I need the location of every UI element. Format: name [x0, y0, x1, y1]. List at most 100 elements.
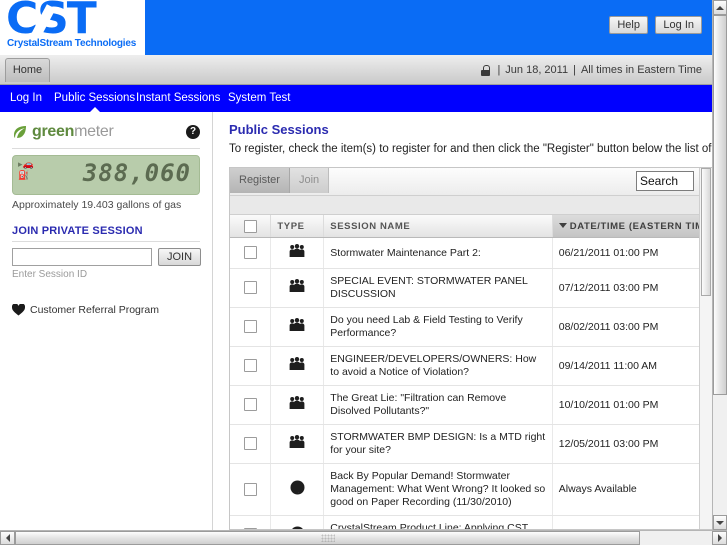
- row-select-cell[interactable]: [230, 424, 272, 464]
- session-id-input[interactable]: [12, 248, 152, 266]
- row-type-cell: [270, 463, 325, 516]
- row-checkbox[interactable]: [243, 246, 257, 260]
- sessions-table: TYPE SESSION NAME DATE/TIME (EASTERN TIM…: [230, 215, 712, 529]
- join-session-button[interactable]: Join: [289, 168, 330, 193]
- row-session-name: The Great Lie: "Filtration can Remove Di…: [323, 385, 553, 425]
- row-select-cell[interactable]: [230, 307, 272, 347]
- status-info-strip: | Jun 18, 2011 | All times in Eastern Ti…: [473, 58, 712, 83]
- table-row[interactable]: The Great Lie: "Filtration can Remove Di…: [230, 385, 712, 425]
- page-intro: To register, check the item(s) to regist…: [229, 143, 712, 155]
- scroll-down-button[interactable]: [713, 515, 727, 530]
- row-type-cell: [270, 237, 325, 269]
- row-checkbox[interactable]: [243, 437, 257, 451]
- table-row[interactable]: STORMWATER BMP DESIGN: Is a MTD right fo…: [230, 424, 712, 464]
- row-type-cell: [270, 385, 325, 425]
- chevron-right-icon: [717, 534, 722, 542]
- row-checkbox[interactable]: [243, 320, 257, 334]
- group-icon: [289, 244, 305, 262]
- table-row[interactable]: Do you need Lab & Field Testing to Verif…: [230, 307, 712, 347]
- vertical-scroll-thumb[interactable]: [713, 15, 727, 395]
- table-row[interactable]: ENGINEER/DEVELOPERS/OWNERS: How to avoid…: [230, 346, 712, 386]
- scroll-up-button[interactable]: [713, 0, 727, 15]
- join-button[interactable]: JOIN: [158, 248, 202, 266]
- row-session-name: CrystalStream Product Line: Applying CST…: [323, 515, 553, 529]
- tab-home[interactable]: Home: [5, 58, 50, 82]
- sessions-grid: Register Join Search TYPE SESSION NAME D…: [229, 167, 712, 530]
- row-select-cell[interactable]: [230, 463, 272, 516]
- select-all-checkbox[interactable]: [243, 219, 257, 233]
- row-session-name: STORMWATER BMP DESIGN: Is a MTD right fo…: [323, 424, 553, 464]
- column-select-all[interactable]: [230, 215, 272, 238]
- group-icon: [289, 318, 305, 336]
- login-button[interactable]: Log In: [655, 16, 702, 34]
- nav-item-instant-sessions[interactable]: Instant Sessions: [136, 85, 220, 112]
- row-select-cell[interactable]: [230, 346, 272, 386]
- grid-vertical-scrollbar[interactable]: [699, 168, 712, 529]
- join-private-session-form: JOIN: [12, 248, 202, 266]
- row-datetime: 10/10/2011 01:00 PM: [552, 385, 712, 425]
- nav-item-log-in[interactable]: Log In: [10, 85, 42, 112]
- greenmeter-header: greenmeter ?: [12, 122, 200, 144]
- row-type-cell: [270, 515, 325, 529]
- group-icon: [289, 357, 305, 375]
- row-select-cell[interactable]: [230, 268, 272, 308]
- search-input[interactable]: Search: [636, 171, 694, 191]
- row-session-name: Stormwater Maintenance Part 2:: [323, 237, 553, 269]
- row-checkbox[interactable]: [243, 359, 257, 373]
- greenmeter-panel: ▸🚗 ⛽ 388,060: [12, 155, 200, 195]
- row-datetime: Always Available: [552, 515, 712, 529]
- row-checkbox[interactable]: [243, 281, 257, 295]
- greenmeter-title: greenmeter: [32, 122, 114, 142]
- table-row[interactable]: SPECIAL EVENT: STORMWATER PANEL DISCUSSI…: [230, 268, 712, 308]
- greenmeter-mode-icons: ▸🚗 ⛽: [18, 159, 34, 181]
- logo-subtitle: CrystalStream Technologies: [7, 38, 137, 49]
- customer-referral-program-link[interactable]: Customer Referral Program: [11, 303, 200, 316]
- row-session-name: Do you need Lab & Field Testing to Verif…: [323, 307, 553, 347]
- page-body: greenmeter ? ▸🚗 ⛽ 388,060 Approximately …: [0, 112, 712, 530]
- nav-item-public-sessions[interactable]: Public Sessions: [54, 85, 135, 113]
- row-datetime: 08/02/2011 03:00 PM: [552, 307, 712, 347]
- grid-filter-bar: [230, 196, 712, 215]
- group-icon: [289, 279, 305, 297]
- column-datetime[interactable]: DATE/TIME (EASTERN TIME): [552, 215, 712, 238]
- table-body: Stormwater Maintenance Part 2: 06/21/201…: [230, 237, 712, 529]
- scroll-right-button[interactable]: [712, 531, 727, 545]
- help-button[interactable]: Help: [609, 16, 648, 34]
- row-session-name: SPECIAL EVENT: STORMWATER PANEL DISCUSSI…: [323, 268, 553, 308]
- tab-strip: Home | Jun 18, 2011 | All times in Easte…: [0, 55, 712, 85]
- register-button[interactable]: Register: [230, 168, 290, 193]
- greenmeter-title-grey: meter: [74, 123, 114, 140]
- row-select-cell[interactable]: [230, 237, 272, 269]
- scroll-grip-icon: [320, 534, 335, 542]
- browser-page: CST CrystalStream Technologies Help Log …: [0, 0, 727, 545]
- group-icon: [289, 396, 305, 414]
- column-type[interactable]: TYPE: [270, 215, 325, 238]
- table-row[interactable]: Stormwater Maintenance Part 2: 06/21/201…: [230, 237, 712, 269]
- horizontal-scroll-thumb[interactable]: [15, 531, 640, 545]
- row-session-name: Back By Popular Demand! Stormwater Manag…: [323, 463, 553, 516]
- browser-horizontal-scrollbar[interactable]: [0, 530, 727, 545]
- greenmeter-subtitle: Approximately 19.403 gallons of gas: [12, 199, 182, 211]
- row-type-cell: [270, 424, 325, 464]
- row-select-cell[interactable]: [230, 515, 272, 529]
- row-select-cell[interactable]: [230, 385, 272, 425]
- table-row[interactable]: CrystalStream Product Line: Applying CST…: [230, 515, 712, 529]
- heart-icon: [11, 303, 26, 316]
- leaf-icon: [12, 124, 28, 140]
- cst-logo[interactable]: CST CrystalStream Technologies: [0, 0, 145, 55]
- help-icon[interactable]: ?: [186, 125, 200, 139]
- chevron-left-icon: [5, 534, 10, 542]
- greenmeter-value: 388,060: [82, 159, 191, 187]
- row-type-cell: [270, 307, 325, 347]
- row-datetime: 06/21/2011 01:00 PM: [552, 237, 712, 269]
- grid-scroll-thumb[interactable]: [701, 168, 711, 296]
- column-session-name[interactable]: SESSION NAME: [323, 215, 553, 238]
- nav-item-system-test[interactable]: System Test: [228, 85, 290, 112]
- row-checkbox[interactable]: [243, 482, 257, 496]
- info-separator-1: |: [497, 64, 501, 76]
- table-row[interactable]: Back By Popular Demand! Stormwater Manag…: [230, 463, 712, 516]
- browser-vertical-scrollbar[interactable]: [712, 0, 727, 530]
- row-datetime: 09/14/2011 11:00 AM: [552, 346, 712, 386]
- row-checkbox[interactable]: [243, 398, 257, 412]
- scroll-left-button[interactable]: [0, 531, 15, 545]
